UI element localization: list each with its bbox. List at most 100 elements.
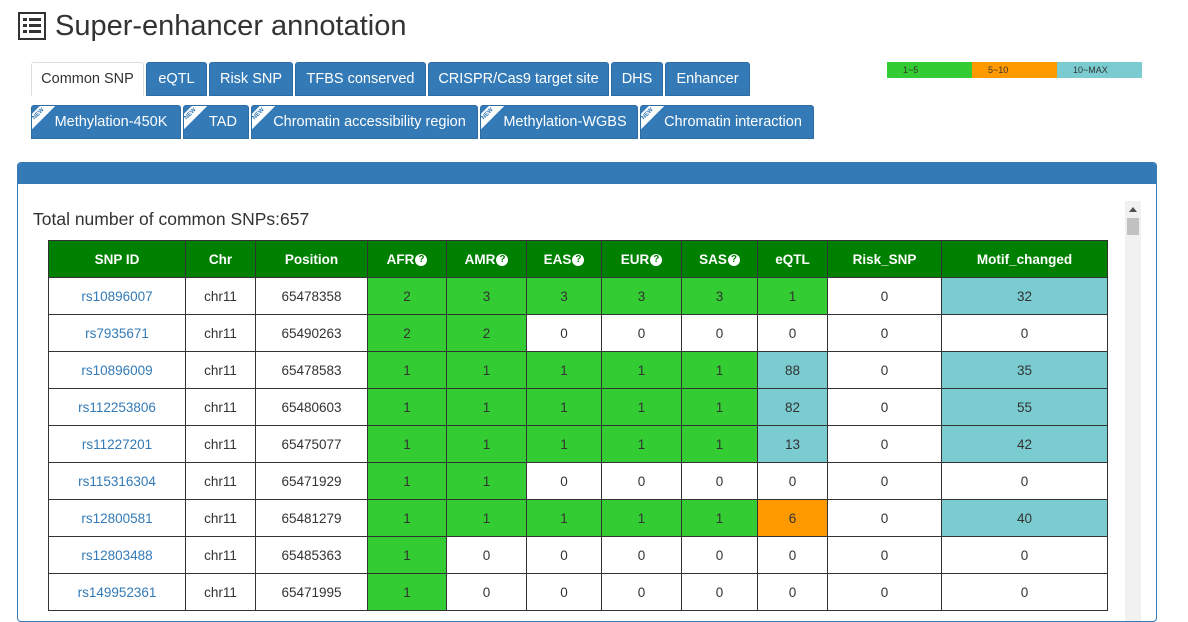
table-cell: 13	[757, 425, 828, 463]
table-cell: chr11	[185, 351, 256, 389]
table-cell: 1	[526, 425, 602, 463]
table-cell: 42	[941, 425, 1108, 463]
table-cell: chr11	[185, 573, 256, 611]
table-cell: 0	[526, 573, 602, 611]
table-cell: 40	[941, 499, 1108, 537]
results-panel: Total number of common SNPs:657 SNP ID Ch…	[17, 162, 1157, 622]
help-icon[interactable]: ?	[572, 253, 585, 266]
table-cell: 1	[601, 388, 682, 426]
table-cell: 1	[446, 351, 527, 389]
snp-id-link[interactable]: rs10896009	[48, 351, 186, 389]
tab-chromatin-accessibility[interactable]: NEW Chromatin accessibility region	[251, 105, 478, 139]
snp-id-link[interactable]: rs149952361	[48, 573, 186, 611]
table-cell: 3	[446, 277, 527, 315]
table-cell: 0	[827, 499, 942, 537]
table-cell: chr11	[185, 499, 256, 537]
table-cell: 0	[941, 462, 1108, 500]
table-cell: 0	[681, 573, 758, 611]
table-cell: 3	[526, 277, 602, 315]
list-icon	[18, 12, 46, 40]
table-cell: 1	[526, 388, 602, 426]
new-badge: NEW	[641, 106, 666, 132]
table-cell: 1	[367, 388, 447, 426]
table-cell: 1	[367, 425, 447, 463]
snp-id-link[interactable]: rs10896007	[48, 277, 186, 315]
new-badge: NEW	[32, 106, 57, 132]
table-cell: 65471929	[255, 462, 368, 500]
table-cell: 6	[757, 499, 828, 537]
table-cell: 1	[681, 351, 758, 389]
column-header: Risk_SNP	[827, 240, 942, 278]
table-cell: 1	[446, 425, 527, 463]
table-cell: 1	[526, 499, 602, 537]
page-title: Super-enhancer annotation	[55, 9, 407, 42]
tab-tfbs-conserved[interactable]: TFBS conserved	[295, 62, 426, 96]
table-cell: 65481279	[255, 499, 368, 537]
table-cell: 1	[757, 277, 828, 315]
table-cell: 1	[367, 499, 447, 537]
scrollbar-thumb[interactable]	[1127, 218, 1139, 235]
column-header-label: Motif_changed	[976, 251, 1073, 267]
tab-eqtl[interactable]: eQTL	[146, 62, 207, 96]
tab-crispr-cas9[interactable]: CRISPR/Cas9 target site	[428, 62, 609, 96]
snp-id-link[interactable]: rs11227201	[48, 425, 186, 463]
column-header: EUR?	[601, 240, 682, 278]
table-cell: 1	[367, 573, 447, 611]
column-header: AMR?	[446, 240, 527, 278]
snp-id-link[interactable]: rs112253806	[48, 388, 186, 426]
table-cell: 65471995	[255, 573, 368, 611]
table-cell: 1	[446, 499, 527, 537]
table-cell: 32	[941, 277, 1108, 315]
table-cell: 1	[601, 425, 682, 463]
table-cell: 0	[757, 573, 828, 611]
table-cell: 0	[601, 314, 682, 352]
help-icon[interactable]: ?	[415, 253, 428, 266]
table-cell: 65480603	[255, 388, 368, 426]
snp-id-link[interactable]: rs7935671	[48, 314, 186, 352]
tab-tad[interactable]: NEW TAD	[183, 105, 249, 139]
table-cell: 1	[367, 351, 447, 389]
new-badge: NEW	[481, 106, 506, 132]
scroll-up-arrow-icon[interactable]	[1125, 201, 1141, 217]
table-cell: 65475077	[255, 425, 368, 463]
help-icon[interactable]: ?	[727, 253, 740, 266]
table-row: rs12800581 chr11 65481279 1 1 1 1 1 6 0 40	[48, 499, 1108, 537]
panel-heading	[18, 163, 1156, 184]
help-icon[interactable]: ?	[496, 253, 509, 266]
column-header-label: EAS	[543, 251, 572, 267]
table-cell: 2	[446, 314, 527, 352]
table-cell: 1	[681, 425, 758, 463]
table-cell: 0	[601, 462, 682, 500]
vertical-scrollbar[interactable]	[1125, 201, 1141, 621]
table-cell: 0	[526, 462, 602, 500]
column-header: Motif_changed	[941, 240, 1108, 278]
tab-label: Chromatin interaction	[664, 114, 802, 130]
tab-chromatin-interaction[interactable]: NEW Chromatin interaction	[640, 105, 814, 139]
column-header: AFR?	[367, 240, 447, 278]
snp-id-link[interactable]: rs12800581	[48, 499, 186, 537]
table-cell: 3	[681, 277, 758, 315]
table-cell: 0	[681, 462, 758, 500]
tab-methylation-450k[interactable]: NEW Methylation-450K	[31, 105, 181, 139]
tab-methylation-wgbs[interactable]: NEW Methylation-WGBS	[480, 105, 638, 139]
tab-common-snp[interactable]: Common SNP	[31, 62, 144, 96]
help-icon[interactable]: ?	[650, 253, 663, 266]
color-legend: 1~5 5~10 10~MAX	[887, 62, 1142, 78]
table-cell: 0	[941, 536, 1108, 574]
table-cell: 1	[367, 536, 447, 574]
snp-id-link[interactable]: rs115316304	[48, 462, 186, 500]
tab-dhs[interactable]: DHS	[611, 62, 663, 96]
table-cell: 65490263	[255, 314, 368, 352]
table-cell: 0	[681, 536, 758, 574]
legend-item-5-10: 5~10	[972, 62, 1057, 78]
table-cell: 65485363	[255, 536, 368, 574]
table-cell: 35	[941, 351, 1108, 389]
tab-enhancer[interactable]: Enhancer	[665, 62, 750, 96]
snp-id-link[interactable]: rs12803488	[48, 536, 186, 574]
new-badge: NEW	[184, 106, 209, 132]
tab-risk-snp[interactable]: Risk SNP	[209, 62, 293, 96]
legend-item-1-5: 1~5	[887, 62, 972, 78]
table-cell: 0	[601, 536, 682, 574]
table-cell: 1	[446, 388, 527, 426]
table-cell: 0	[446, 573, 527, 611]
